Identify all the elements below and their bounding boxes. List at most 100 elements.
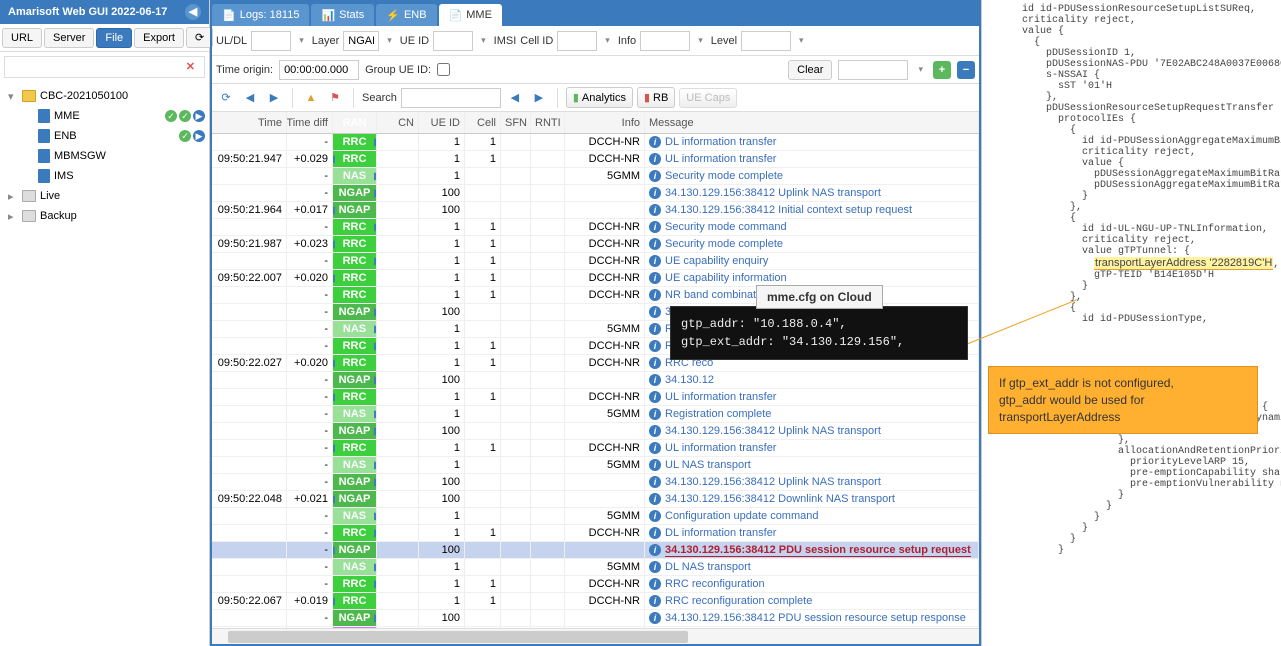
tree-item[interactable]: IMS	[4, 166, 205, 186]
tree-toggle-icon[interactable]: ▾	[8, 90, 18, 103]
dropdown-icon[interactable]: ▾	[477, 35, 490, 46]
level-input[interactable]	[741, 31, 791, 51]
table-row[interactable]: -RRC▶11DCCH-NRiSecurity mode command	[212, 219, 979, 236]
cellid-input[interactable]	[557, 31, 597, 51]
table-row[interactable]: -NGAP▶100i34.130.129.156:38412 PDU sessi…	[212, 610, 979, 627]
col-ran[interactable]: RAN	[333, 112, 377, 133]
horizontal-scrollbar[interactable]	[212, 628, 979, 644]
group-ueid-checkbox[interactable]	[437, 63, 450, 76]
col-info[interactable]: Info	[565, 112, 645, 133]
table-row[interactable]: 09:50:21.964+0.017NGAP◀100i34.130.129.15…	[212, 202, 979, 219]
info-icon[interactable]: i	[649, 544, 661, 556]
search-next-icon[interactable]: ▶	[529, 88, 549, 108]
log-table-body[interactable]: -RRC▶11DCCH-NRiDL information transfer 09…	[212, 134, 979, 628]
info-icon[interactable]: i	[649, 391, 661, 403]
analytics-button[interactable]: ▮Analytics	[566, 87, 633, 108]
tab-mme[interactable]: 📄MME	[439, 4, 502, 26]
server-button[interactable]: Server	[44, 28, 94, 48]
tree-live[interactable]: ▸ Live	[4, 186, 205, 206]
prev-icon[interactable]: ◀	[240, 88, 260, 108]
time-origin-input[interactable]	[279, 60, 359, 80]
col-cell[interactable]: Cell	[465, 112, 501, 133]
export-button[interactable]: Export	[134, 28, 184, 48]
table-row[interactable]: -NAS▶15GMMiConfiguration update command	[212, 508, 979, 525]
col-rnti[interactable]: RNTI	[531, 112, 565, 133]
col-message[interactable]: Message	[645, 112, 979, 133]
dropdown-icon[interactable]: ▾	[795, 35, 808, 46]
table-row[interactable]: -RRC◀11DCCH-NRiUL information transfer	[212, 389, 979, 406]
info-input[interactable]	[640, 31, 690, 51]
tab-enb[interactable]: ⚡ENB	[376, 4, 436, 26]
table-row[interactable]: 09:50:22.067+0.019RRC◀11DCCH-NRiRRC reco…	[212, 593, 979, 610]
col-cn[interactable]: CN	[377, 112, 419, 133]
clear-button[interactable]: Clear	[788, 60, 832, 80]
info-icon[interactable]: i	[649, 578, 661, 590]
rb-button[interactable]: ▮RB	[637, 87, 675, 108]
table-row[interactable]: -NAS▶15GMMiDL NAS transport	[212, 559, 979, 576]
info-icon[interactable]: i	[649, 459, 661, 471]
info-icon[interactable]: i	[649, 204, 661, 216]
dropdown-icon[interactable]: ▾	[295, 35, 308, 46]
info-icon[interactable]: i	[649, 306, 661, 318]
info-icon[interactable]: i	[649, 527, 661, 539]
refresh-icon[interactable]: ⟳	[216, 88, 236, 108]
table-row[interactable]: -RRC▶11DCCH-NRiUE capability enquiry	[212, 253, 979, 270]
layer-input[interactable]	[343, 31, 379, 51]
search-input[interactable]	[401, 88, 501, 108]
tree-item[interactable]: MME✓✓▶	[4, 106, 205, 126]
info-icon[interactable]: i	[649, 323, 661, 335]
col-timediff[interactable]: Time diff	[287, 112, 333, 133]
remove-icon[interactable]: −	[957, 61, 975, 79]
info-icon[interactable]: i	[649, 255, 661, 267]
add-icon[interactable]: +	[933, 61, 951, 79]
info-icon[interactable]: i	[649, 357, 661, 369]
info-icon[interactable]: i	[649, 595, 661, 607]
tree-root[interactable]: ▾ CBC-2021050100	[4, 86, 205, 106]
info-icon[interactable]: i	[649, 221, 661, 233]
table-row[interactable]: -RRC▶11DCCH-NRiDL information transfer	[212, 525, 979, 542]
info-icon[interactable]: i	[649, 272, 661, 284]
next-icon[interactable]: ▶	[264, 88, 284, 108]
tree-backup[interactable]: ▸ Backup	[4, 206, 205, 226]
info-icon[interactable]: i	[649, 238, 661, 250]
table-row[interactable]: -NAS▶15GMMiUL NAS transport	[212, 457, 979, 474]
uldl-input[interactable]	[251, 31, 291, 51]
table-row[interactable]: -RRC▶11DCCH-NRiRRC reconfiguration	[212, 576, 979, 593]
detail-panel[interactable]: id id-PDUSessionResourceSetupListSUReq, …	[981, 0, 1281, 646]
tree-item[interactable]: MBMSGW	[4, 146, 205, 166]
table-row[interactable]: -NAS▶15GMMiRegistration complete	[212, 406, 979, 423]
info-icon[interactable]: i	[649, 425, 661, 437]
table-row[interactable]: 09:50:21.947+0.029RRC◀11DCCH-NRiUL infor…	[212, 151, 979, 168]
info-icon[interactable]: i	[649, 374, 661, 386]
tree-item[interactable]: ENB✓▶	[4, 126, 205, 146]
info-icon[interactable]: i	[649, 561, 661, 573]
table-row[interactable]: -NGAP▶100i34.130.12	[212, 372, 979, 389]
table-row[interactable]: 09:50:21.987+0.023RRC◀11DCCH-NRiSecurity…	[212, 236, 979, 253]
info-icon[interactable]: i	[649, 476, 661, 488]
flag-icon[interactable]: ⚑	[325, 88, 345, 108]
collapse-sidebar-icon[interactable]: ◀	[185, 4, 201, 20]
clear-search-icon[interactable]: ✕	[186, 60, 195, 73]
tree-toggle-icon[interactable]: ▸	[8, 190, 18, 203]
dropdown-icon[interactable]: ▾	[694, 35, 707, 46]
dropdown-icon[interactable]: ▾	[383, 35, 396, 46]
table-row[interactable]: 09:50:22.048+0.021NGAP◀100i34.130.129.15…	[212, 491, 979, 508]
info-icon[interactable]: i	[649, 136, 661, 148]
dropdown-icon[interactable]: ▾	[601, 35, 614, 46]
col-time[interactable]: Time	[212, 112, 287, 133]
col-ueid[interactable]: UE ID	[419, 112, 465, 133]
search-prev-icon[interactable]: ◀	[505, 88, 525, 108]
tree-toggle-icon[interactable]: ▸	[8, 210, 18, 223]
table-row[interactable]: -NGAP▶100i34.130.129.156:38412 Uplink NA…	[212, 423, 979, 440]
info-icon[interactable]: i	[649, 408, 661, 420]
table-row[interactable]: -NGAP▶100i34.130.129.156:38412 Uplink NA…	[212, 185, 979, 202]
ueid-input[interactable]	[433, 31, 473, 51]
info-icon[interactable]: i	[649, 340, 661, 352]
table-row[interactable]: -NAS▶15GMMiSecurity mode complete	[212, 168, 979, 185]
url-button[interactable]: URL	[2, 28, 42, 48]
tab-stats[interactable]: 📊Stats	[311, 4, 374, 26]
table-row[interactable]: -NGAP▶100i34.130.129.156:38412 Uplink NA…	[212, 474, 979, 491]
info-icon[interactable]: i	[649, 289, 661, 301]
tab-logs-[interactable]: 📄Logs: 18115	[212, 4, 309, 26]
info-icon[interactable]: i	[649, 493, 661, 505]
